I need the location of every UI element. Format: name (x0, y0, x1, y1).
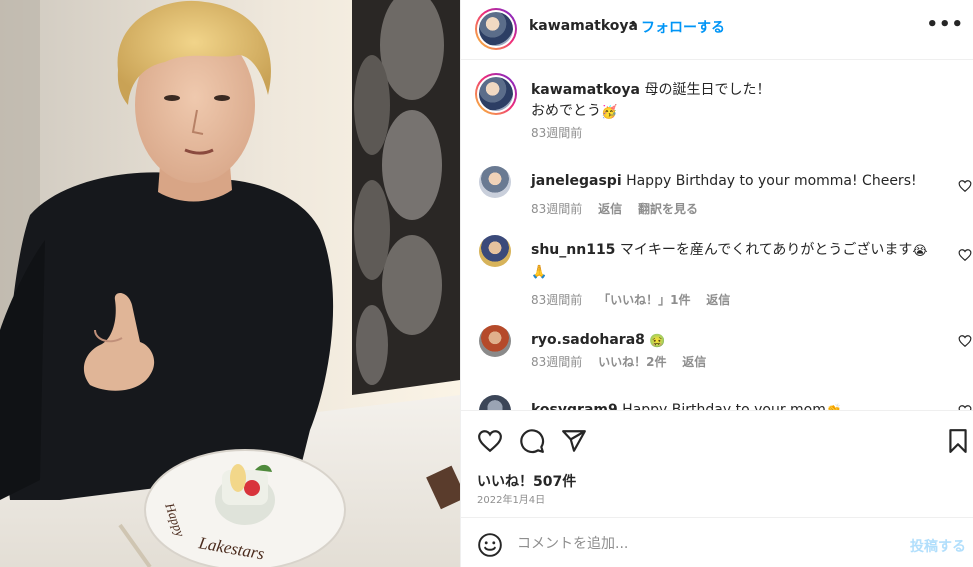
post-actions: いいね！507件 2022年1月4日 (461, 410, 973, 517)
comment-text: マイキーを産んでくれてありがとうございます (619, 242, 913, 258)
comment-input[interactable] (517, 530, 897, 558)
comment-time[interactable]: 83週間前 (531, 293, 582, 307)
post-side-panel: kawamatkoya • フォローする ••• kawamatkoya 母の誕… (460, 0, 973, 567)
comment-likes-count[interactable]: 「いいね！」1件 (598, 293, 690, 307)
comment-text: Happy Birthday to your mom (622, 402, 826, 410)
comments-list[interactable]: kawamatkoya 母の誕生日でした！ おめでとう🥳 83週間前 janel… (461, 61, 973, 410)
comment-meta: 83週間前 「いいね！」1件 返信 (531, 291, 742, 308)
commenter-avatar[interactable] (479, 325, 511, 357)
like-comment-heart-icon[interactable] (958, 179, 972, 193)
reply-button[interactable]: 返信 (682, 355, 706, 369)
caption-username[interactable]: kawamatkoya (531, 82, 640, 98)
author-avatar[interactable] (475, 8, 517, 50)
comment-meta: 83週間前 いいね！2件 返信 (531, 353, 718, 370)
more-options-icon[interactable]: ••• (926, 14, 964, 35)
post-header: kawamatkoya • フォローする ••• (461, 0, 973, 60)
photo-image: Happy Lakestars (0, 0, 460, 567)
commenter-username[interactable]: kosygram9 (531, 402, 618, 410)
comment-text-row: shu_nn115 マイキーを産んでくれてありがとうございます😭 🙏 (531, 240, 951, 282)
add-comment-bar: 投稿する (461, 517, 973, 567)
likes-count[interactable]: いいね！507件 (477, 471, 576, 491)
follow-button[interactable]: フォローする (641, 17, 725, 37)
comment-item: kosygram9 Happy Birthday to your mom👏 (461, 395, 973, 410)
like-heart-icon[interactable] (477, 428, 503, 454)
commenter-avatar[interactable] (479, 395, 511, 410)
comment-text-row: ryo.sadohara8 🤢 (531, 330, 951, 351)
reply-button[interactable]: 返信 (706, 293, 730, 307)
commenter-avatar[interactable] (479, 235, 511, 267)
translate-button[interactable]: 翻訳を見る (638, 202, 698, 216)
decorative-screen (352, 0, 460, 395)
comment-time[interactable]: 83週間前 (531, 355, 582, 369)
like-comment-heart-icon[interactable] (958, 334, 972, 348)
caption-line-2: おめでとう🥳 (531, 100, 617, 120)
caption-line-1: kawamatkoya 母の誕生日でした！ (531, 79, 770, 99)
caption-text-1: 母の誕生日でした！ (644, 82, 771, 98)
separator-dot: • (629, 16, 638, 32)
reply-button[interactable]: 返信 (598, 202, 622, 216)
commenter-username[interactable]: janelegaspi (531, 173, 622, 189)
commenter-username[interactable]: shu_nn115 (531, 242, 615, 258)
comment-likes-count[interactable]: いいね！2件 (598, 355, 666, 369)
author-username[interactable]: kawamatkoya (529, 18, 638, 34)
comment-item: janelegaspi Happy Birthday to your momma… (461, 166, 973, 246)
post-date[interactable]: 2022年1月4日 (477, 491, 545, 506)
comment-text-row: janelegaspi Happy Birthday to your momma… (531, 171, 951, 192)
save-bookmark-icon[interactable] (945, 428, 971, 454)
party-emoji: 🥳 (601, 105, 618, 120)
comment-text-row: kosygram9 Happy Birthday to your mom👏 (531, 400, 951, 410)
caption-avatar[interactable] (475, 73, 517, 115)
emoji-picker-icon[interactable] (477, 532, 503, 558)
commenter-username[interactable]: ryo.sadohara8 (531, 332, 645, 348)
pray-emoji: 🙏 (531, 265, 548, 280)
comment-text: Happy Birthday to your momma! Cheers! (626, 173, 917, 189)
share-send-icon[interactable] (561, 428, 587, 454)
comment-bubble-icon[interactable] (519, 428, 545, 454)
comment-time[interactable]: 83週間前 (531, 202, 582, 216)
like-comment-heart-icon[interactable] (958, 248, 972, 262)
post-photo[interactable]: Happy Lakestars (0, 0, 460, 567)
commenter-avatar[interactable] (479, 166, 511, 198)
caption-time[interactable]: 83週間前 (531, 124, 582, 141)
comment-item: ryo.sadohara8 🤢 83週間前 いいね！2件 返信 (461, 325, 973, 405)
caption-text-2: おめでとう (531, 103, 601, 119)
comment-item: shu_nn115 マイキーを産んでくれてありがとうございます😭 🙏 83週間前… (461, 235, 973, 315)
crying-emoji: 😭 (912, 244, 928, 259)
comment-meta: 83週間前 返信 翻訳を見る (531, 200, 710, 217)
nauseated-emoji: 🤢 (649, 334, 666, 349)
post-comment-button[interactable]: 投稿する (910, 536, 966, 556)
